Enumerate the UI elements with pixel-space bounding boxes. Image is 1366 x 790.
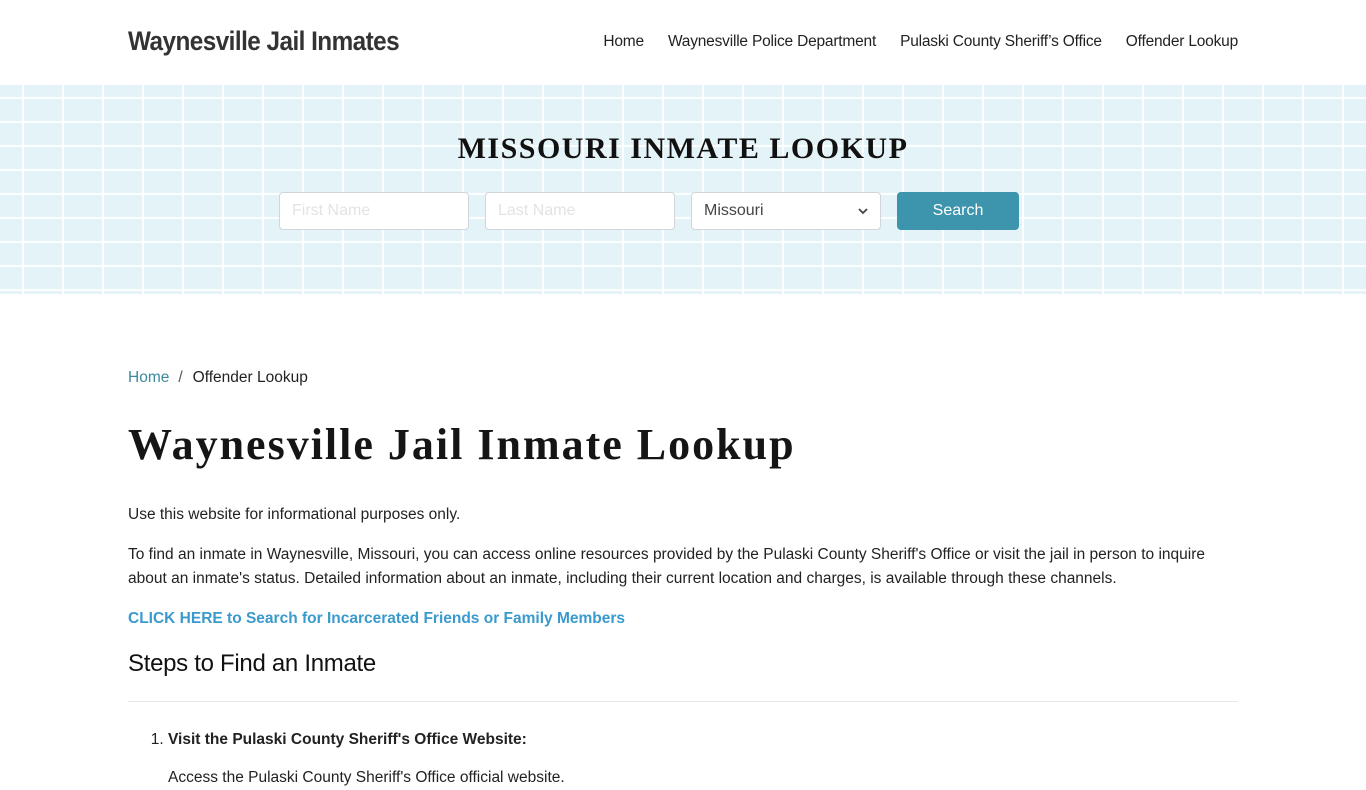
- last-name-input[interactable]: [485, 192, 675, 230]
- breadcrumb: Home / Offender Lookup: [128, 369, 1238, 387]
- step-title: Visit the Pulaski County Sheriff's Offic…: [168, 731, 527, 748]
- state-select[interactable]: Missouri: [691, 192, 881, 230]
- breadcrumb-current: Offender Lookup: [192, 369, 308, 386]
- main-content: Home / Offender Lookup Waynesville Jail …: [128, 294, 1238, 790]
- steps-list: Visit the Pulaski County Sheriff's Offic…: [128, 728, 1238, 790]
- state-select-value: Missouri: [704, 202, 764, 219]
- nav-waynesville-police-department[interactable]: Waynesville Police Department: [668, 33, 876, 51]
- page-title: Waynesville Jail Inmate Lookup: [128, 420, 796, 469]
- nav-home[interactable]: Home: [603, 33, 644, 51]
- breadcrumb-home[interactable]: Home: [128, 369, 169, 387]
- first-name-input[interactable]: [279, 192, 469, 230]
- step-item: Visit the Pulaski County Sheriff's Offic…: [168, 728, 1238, 790]
- inmate-search-hero: MISSOURI INMATE LOOKUP Missouri Search: [0, 85, 1366, 294]
- step-sub-item: Access the Pulaski County Sheriff's Offi…: [168, 769, 565, 786]
- section-divider: [128, 701, 1238, 702]
- inmate-search-form: Missouri Search: [279, 192, 1019, 230]
- site-header: Waynesville Jail Inmates Home Waynesvill…: [0, 0, 1366, 85]
- site-brand-link[interactable]: Waynesville Jail Inmates: [128, 26, 400, 57]
- intro-paragraph: To find an inmate in Waynesville, Missou…: [128, 546, 1206, 587]
- hero-title: MISSOURI INMATE LOOKUP: [457, 132, 909, 165]
- disclaimer-text: Use this website for informational purpo…: [128, 506, 461, 523]
- steps-heading: Steps to Find an Inmate: [128, 650, 376, 677]
- main-nav: Home Waynesville Police Department Pulas…: [579, 33, 1238, 51]
- search-button[interactable]: Search: [897, 192, 1019, 230]
- breadcrumb-separator: /: [178, 369, 183, 386]
- nav-pulaski-county-sheriffs-office[interactable]: Pulaski County Sheriff’s Office: [900, 33, 1102, 51]
- search-incarcerated-link[interactable]: CLICK HERE to Search for Incarcerated Fr…: [128, 607, 1238, 631]
- chevron-down-icon: [858, 204, 868, 218]
- nav-offender-lookup[interactable]: Offender Lookup: [1126, 33, 1238, 51]
- step-sub-list: Access the Pulaski County Sheriff's Offi…: [168, 766, 1238, 790]
